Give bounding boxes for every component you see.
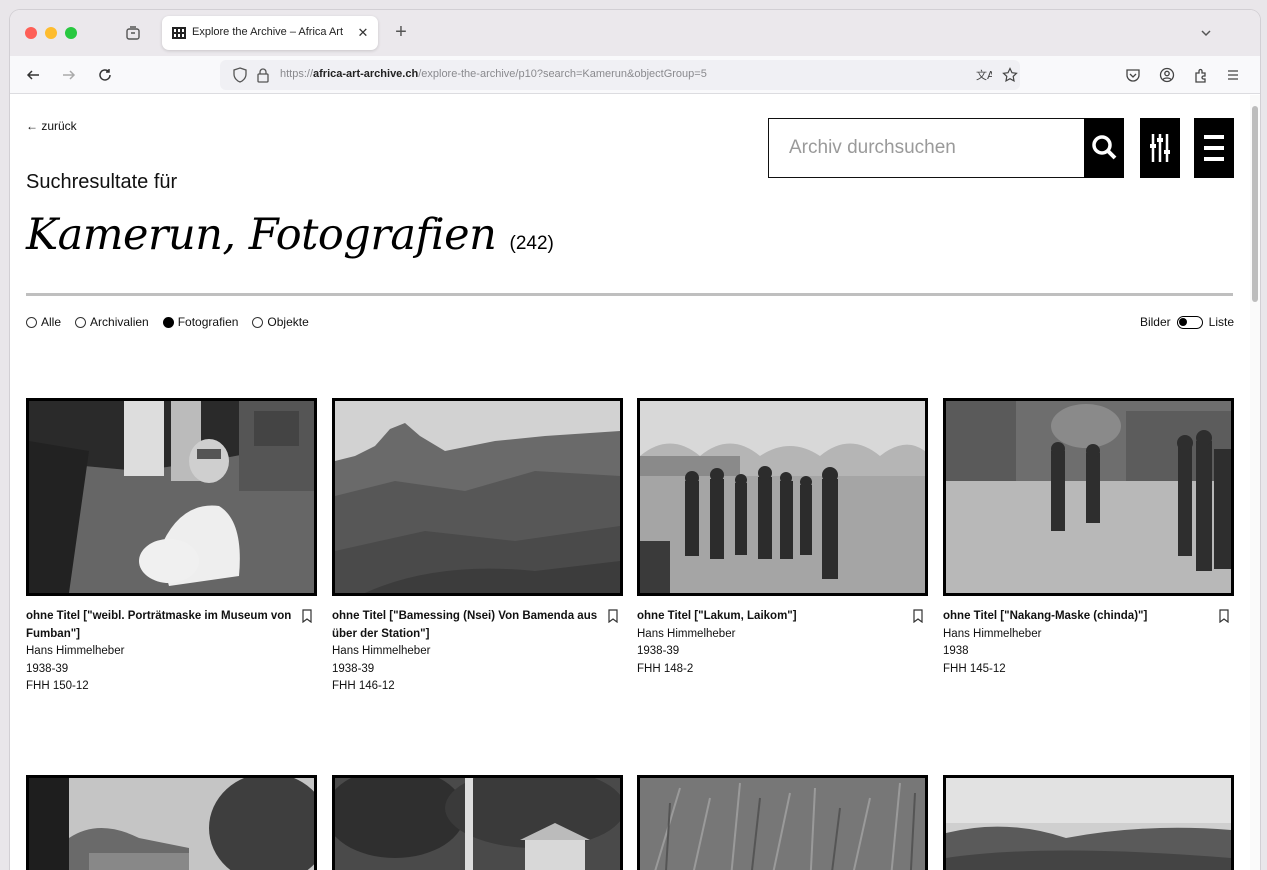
title-divider — [26, 293, 1233, 296]
tab-close-icon[interactable]: ✕ — [354, 24, 372, 42]
card-title[interactable]: ohne Titel ["Lakum, Laikom"] — [637, 608, 928, 626]
reload-icon[interactable] — [94, 64, 116, 86]
photo-thumbnail[interactable] — [26, 775, 317, 870]
filter-label: Fotografien — [177, 315, 239, 329]
card-title[interactable]: ohne Titel ["Nakang-Maske (chinda)"] — [943, 608, 1234, 626]
results-subtitle: Suchresultate für — [26, 171, 178, 193]
pocket-icon[interactable] — [1122, 64, 1144, 86]
extensions-icon[interactable] — [1190, 64, 1212, 86]
menu-button[interactable] — [1194, 118, 1234, 178]
site-favicon-icon — [172, 27, 186, 39]
photo-thumbnail[interactable] — [637, 775, 928, 870]
back-arrow-icon[interactable] — [22, 64, 44, 86]
card-date: 1938 — [943, 645, 969, 657]
shield-icon[interactable] — [232, 67, 248, 83]
photo-thumbnail[interactable] — [637, 398, 928, 596]
card-title[interactable]: ohne Titel ["Bamessing (Nsei) Von Bamend… — [332, 608, 623, 643]
search-icon — [1092, 135, 1117, 160]
page-scrollbar[interactable] — [1250, 95, 1260, 870]
radio-button[interactable] — [26, 316, 37, 328]
forward-arrow-icon[interactable] — [58, 64, 80, 86]
scrollbar-thumb[interactable] — [1252, 106, 1258, 302]
view-list-label[interactable]: Liste — [1209, 315, 1234, 329]
star-icon[interactable] — [1002, 67, 1018, 83]
hamburger-menu-icon — [1204, 135, 1224, 161]
card-author: Hans Himmelheber — [637, 627, 736, 640]
close-window-button[interactable] — [25, 27, 37, 39]
minimize-window-button[interactable] — [45, 27, 57, 39]
filter-objekte[interactable]: Objekte — [252, 315, 309, 329]
photo-thumbnail[interactable] — [332, 775, 623, 870]
account-icon[interactable] — [1156, 64, 1178, 86]
photo-thumbnail[interactable] — [26, 398, 317, 596]
title-text: Kamerun, Fotografien — [26, 210, 497, 260]
filter-fotografien[interactable]: Fotografien — [162, 315, 239, 329]
search-input[interactable] — [769, 119, 1085, 177]
view-images-label[interactable]: Bilder — [1140, 315, 1171, 329]
radio-button[interactable] — [252, 316, 264, 328]
tab-list-icon[interactable] — [124, 24, 142, 42]
card-author: Hans Himmelheber — [332, 645, 431, 657]
card-author: Hans Himmelheber — [26, 645, 125, 657]
active-tab[interactable]: Explore the Archive – Africa Art ✕ — [162, 16, 378, 50]
card-date: 1938-39 — [332, 662, 375, 675]
filter-label: Objekte — [267, 315, 309, 329]
tab-bar: Explore the Archive – Africa Art ✕ + — [10, 10, 1260, 56]
radio-button[interactable] — [75, 316, 87, 328]
search-button[interactable] — [1084, 118, 1124, 178]
search-box — [768, 118, 1086, 178]
card-author: Hans Himmelheber — [943, 627, 1042, 640]
card-date: 1938-39 — [26, 662, 69, 675]
photo-thumbnail[interactable] — [943, 398, 1234, 596]
address-bar[interactable]: https://africa-art-archive.ch/explore-th… — [220, 60, 1020, 90]
filter-label: Alle — [41, 315, 62, 329]
back-link[interactable]: ← zurück — [26, 119, 77, 133]
card-id: FHH 145-12 — [943, 662, 1006, 675]
sliders-icon — [1150, 134, 1170, 162]
chevron-down-icon[interactable] — [1196, 23, 1216, 43]
filter-label: Archivalien — [90, 315, 149, 329]
filter-archivalien[interactable]: Archivalien — [75, 315, 149, 329]
object-group-filters: Alle Archivalien Fotografien Objekte — [26, 315, 309, 329]
result-count: (242) — [509, 233, 554, 254]
new-tab-button[interactable]: + — [390, 21, 412, 43]
navigation-bar: https://africa-art-archive.ch/explore-th… — [10, 56, 1260, 94]
app-menu-icon[interactable] — [1222, 64, 1244, 86]
card-info: ohne Titel ["Lakum, Laikom"] Hans Himmel… — [637, 608, 928, 678]
card-id: FHH 146-12 — [332, 680, 395, 692]
filter-button[interactable] — [1140, 118, 1180, 178]
page-title: Kamerun, Fotografien (242) — [26, 210, 554, 260]
card-id: FHH 150-12 — [26, 680, 89, 692]
card-info: ohne Titel ["weibl. Porträtmaske im Muse… — [26, 608, 317, 696]
card-info: ohne Titel ["Bamessing (Nsei) Von Bamend… — [332, 608, 623, 696]
filter-alle[interactable]: Alle — [26, 315, 61, 329]
card-date: 1938-39 — [637, 645, 680, 657]
page-content: ← zurück Suchresultate für Kamerun, Foto… — [10, 95, 1250, 870]
photo-thumbnail[interactable] — [943, 775, 1234, 870]
card-id: FHH 148-2 — [637, 662, 694, 675]
maximize-window-button[interactable] — [65, 27, 77, 39]
card-title[interactable]: ohne Titel ["weibl. Porträtmaske im Muse… — [26, 608, 317, 643]
switch-knob — [1178, 317, 1187, 326]
lock-icon[interactable] — [256, 67, 270, 83]
url-text: https://africa-art-archive.ch/explore-th… — [280, 68, 707, 80]
browser-window: Explore the Archive – Africa Art ✕ + htt… — [10, 10, 1260, 870]
svg-text:文A: 文A — [976, 68, 992, 82]
tab-title: Explore the Archive – Africa Art — [192, 26, 344, 38]
translate-icon[interactable]: 文A — [976, 67, 992, 83]
view-switch[interactable] — [1176, 315, 1203, 329]
photo-thumbnail[interactable] — [332, 398, 623, 596]
radio-button-selected[interactable] — [162, 316, 174, 328]
view-toggle: Bilder Liste — [1140, 315, 1234, 329]
card-info: ohne Titel ["Nakang-Maske (chinda)"] Han… — [943, 608, 1234, 678]
